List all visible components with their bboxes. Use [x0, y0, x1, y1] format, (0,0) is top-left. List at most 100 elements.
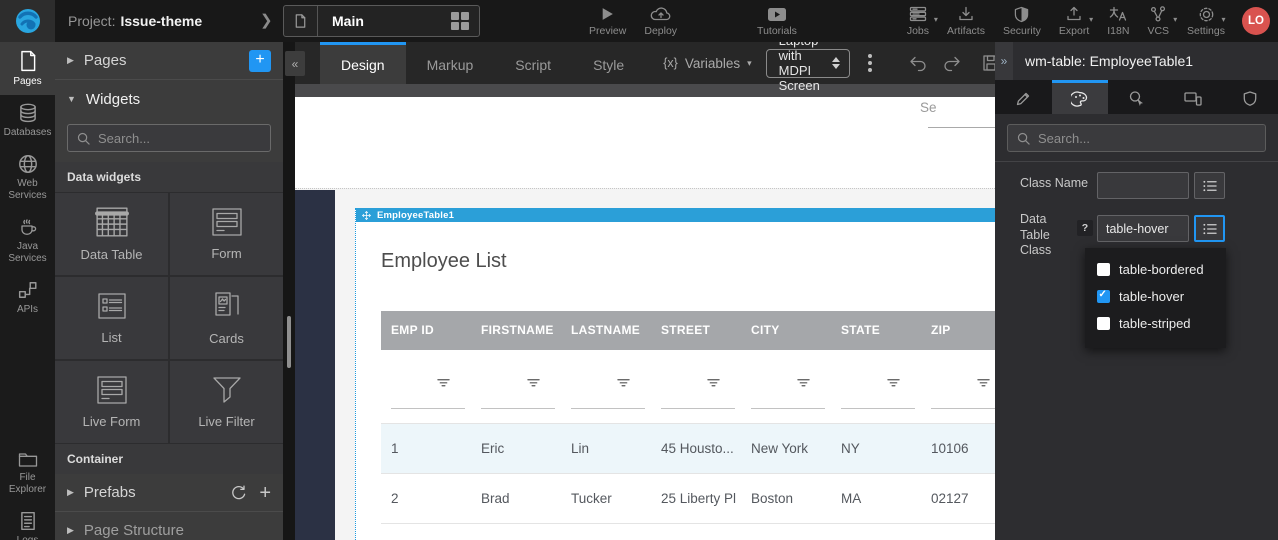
- expand-panel-button[interactable]: »: [995, 42, 1013, 80]
- filter-icon[interactable]: [977, 378, 990, 388]
- device-selector[interactable]: Laptop with MDPI Screen: [766, 49, 850, 78]
- column-filter[interactable]: [471, 350, 561, 423]
- column-header[interactable]: ZIP: [921, 311, 995, 350]
- checkbox[interactable]: [1097, 317, 1110, 330]
- filter-input[interactable]: [571, 408, 645, 409]
- variables-button[interactable]: {x} Variables ▾: [663, 42, 751, 84]
- add-prefab-icon[interactable]: +: [259, 483, 271, 503]
- refresh-icon[interactable]: [231, 485, 247, 501]
- tab-security[interactable]: [1221, 80, 1278, 114]
- page-grid-icon[interactable]: [451, 12, 469, 30]
- move-icon[interactable]: [362, 211, 371, 220]
- selected-table-widget[interactable]: EmployeeTable1 Employee List EMP ID FIRS…: [355, 208, 995, 540]
- open-page-tab[interactable]: Main: [283, 5, 480, 37]
- tab-properties[interactable]: [995, 80, 1052, 114]
- filter-input[interactable]: [391, 408, 465, 409]
- tab-events[interactable]: [1108, 80, 1165, 114]
- filter-input[interactable]: [841, 408, 915, 409]
- settings-menu[interactable]: ▾ Settings: [1178, 5, 1234, 37]
- redo-button[interactable]: [942, 55, 961, 72]
- filter-icon[interactable]: [887, 378, 900, 388]
- help-badge[interactable]: ?: [1077, 220, 1093, 236]
- filter-input[interactable]: [751, 408, 825, 409]
- pages-section-header[interactable]: ▶ Pages +: [55, 42, 283, 80]
- tab-devices[interactable]: [1165, 80, 1222, 114]
- sidebar-item-java-services[interactable]: Java Services: [0, 209, 55, 272]
- tab-styles[interactable]: [1052, 80, 1109, 114]
- properties-search-input[interactable]: [1038, 131, 1256, 146]
- filter-icon[interactable]: [797, 378, 810, 388]
- app-logo[interactable]: [0, 0, 55, 42]
- filter-icon[interactable]: [527, 378, 540, 388]
- column-header[interactable]: STATE: [831, 311, 921, 350]
- sidebar-item-apis[interactable]: APIs: [0, 272, 55, 323]
- column-header[interactable]: CITY: [741, 311, 831, 350]
- jobs-menu[interactable]: ▾ Jobs: [898, 5, 938, 37]
- filter-icon[interactable]: [707, 378, 720, 388]
- table-row[interactable]: 1 Eric Lin 45 Housto... New York NY 1010…: [381, 423, 995, 473]
- page-left-nav[interactable]: [295, 190, 335, 540]
- data-table-class-list-button[interactable]: [1194, 215, 1225, 242]
- panel-scrollbar[interactable]: [287, 316, 291, 368]
- prefabs-section-header[interactable]: ▶ Prefabs +: [55, 474, 283, 511]
- sidebar-item-logs[interactable]: Logs: [0, 503, 55, 540]
- widgets-section-header[interactable]: ▼ Widgets: [55, 80, 283, 118]
- widget-tile-cards[interactable]: Cards: [170, 277, 283, 359]
- filter-icon[interactable]: [617, 378, 630, 388]
- collapse-panel-button[interactable]: «: [285, 51, 305, 76]
- tutorials-button[interactable]: Tutorials: [748, 0, 806, 42]
- add-page-button[interactable]: +: [249, 50, 271, 72]
- column-header[interactable]: FIRSTNAME: [471, 311, 561, 350]
- option-table-striped[interactable]: table-striped: [1085, 310, 1226, 337]
- column-filter[interactable]: [831, 350, 921, 423]
- class-name-list-button[interactable]: [1194, 172, 1225, 199]
- widget-tile-live-filter[interactable]: Live Filter: [170, 361, 283, 443]
- sidebar-item-databases[interactable]: Databases: [0, 95, 55, 146]
- page-structure-section-header[interactable]: ▶ Page Structure: [55, 511, 283, 540]
- page-header-bar[interactable]: [295, 84, 995, 97]
- filter-input[interactable]: [661, 408, 735, 409]
- checkbox[interactable]: [1097, 263, 1110, 276]
- column-header[interactable]: LASTNAME: [561, 311, 651, 350]
- widget-selection-label[interactable]: EmployeeTable1: [356, 208, 995, 222]
- column-filter[interactable]: [561, 350, 651, 423]
- column-header[interactable]: STREET: [651, 311, 741, 350]
- tab-style[interactable]: Style: [572, 42, 645, 84]
- widget-tile-live-form[interactable]: Live Form: [55, 361, 168, 443]
- filter-input[interactable]: [481, 408, 555, 409]
- artifacts-menu[interactable]: Artifacts: [938, 5, 994, 37]
- security-menu[interactable]: Security: [994, 5, 1050, 37]
- table-row[interactable]: 2 Brad Tucker 25 Liberty Pl Boston MA 02…: [381, 473, 995, 523]
- filter-icon[interactable]: [437, 378, 450, 388]
- class-name-input[interactable]: [1097, 172, 1189, 199]
- design-canvas[interactable]: Se EmployeeTable1 Employee List EMP ID F…: [295, 84, 995, 540]
- sidebar-item-web-services[interactable]: Web Services: [0, 146, 55, 209]
- checkbox[interactable]: [1097, 290, 1110, 303]
- sidebar-item-pages[interactable]: Pages: [0, 42, 55, 95]
- page-search-field[interactable]: Se: [920, 100, 995, 115]
- widget-tile-data-table[interactable]: Data Table: [55, 193, 168, 275]
- undo-button[interactable]: [909, 55, 928, 72]
- user-avatar[interactable]: LO: [1242, 7, 1270, 35]
- deploy-button[interactable]: Deploy: [635, 0, 686, 42]
- widget-search-input[interactable]: [98, 131, 274, 146]
- column-filter[interactable]: [741, 350, 831, 423]
- tab-design[interactable]: Design: [320, 42, 406, 84]
- option-table-hover[interactable]: table-hover: [1085, 283, 1226, 310]
- vcs-menu[interactable]: ▾ VCS: [1138, 5, 1178, 37]
- breadcrumb-chevron-icon[interactable]: ❯: [260, 11, 273, 29]
- filter-input[interactable]: [931, 408, 995, 409]
- column-header[interactable]: EMP ID: [381, 311, 471, 350]
- sidebar-item-file-explorer[interactable]: File Explorer: [0, 442, 55, 503]
- option-table-bordered[interactable]: table-bordered: [1085, 256, 1226, 283]
- i18n-menu[interactable]: I18N: [1098, 5, 1138, 37]
- tab-script[interactable]: Script: [494, 42, 572, 84]
- export-menu[interactable]: ▾ Export: [1050, 5, 1098, 37]
- column-filter[interactable]: [651, 350, 741, 423]
- widget-tile-form[interactable]: Form: [170, 193, 283, 275]
- column-filter[interactable]: [921, 350, 995, 423]
- column-filter[interactable]: [381, 350, 471, 423]
- widget-tile-list[interactable]: List: [55, 277, 168, 359]
- more-options-button[interactable]: [868, 54, 872, 72]
- data-table-class-input[interactable]: [1097, 215, 1189, 242]
